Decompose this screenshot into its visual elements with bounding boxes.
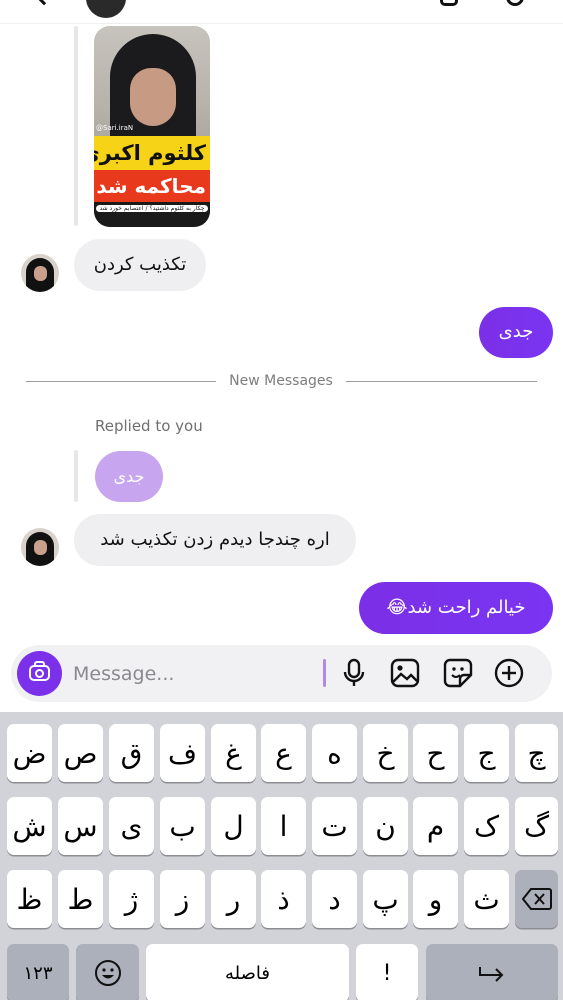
key[interactable]: ذ <box>261 870 306 928</box>
text-caret <box>323 659 326 687</box>
media-watermark: @Sari.iraN <box>96 124 134 132</box>
shared-media-post[interactable]: @Sari.iraN کلثوم اکبری محاکمه شد چکار به… <box>94 26 210 227</box>
key[interactable]: چ <box>515 724 558 782</box>
key[interactable]: ط <box>58 870 103 928</box>
key[interactable]: ج <box>464 724 509 782</box>
key[interactable]: ت <box>312 797 357 855</box>
media-face <box>130 68 176 126</box>
key[interactable]: م <box>413 797 458 855</box>
media-headline-line1: کلثوم اکبری <box>94 136 210 170</box>
key[interactable]: گ <box>515 797 558 855</box>
return-icon <box>479 967 504 982</box>
replied-to-label: Replied to you <box>95 417 203 435</box>
info-icon[interactable] <box>506 0 524 6</box>
key[interactable]: ل <box>211 797 256 855</box>
key[interactable]: خ <box>363 724 408 782</box>
key[interactable]: ق <box>109 724 154 782</box>
message-input[interactable] <box>73 658 318 690</box>
key[interactable]: ش <box>7 797 52 855</box>
key[interactable]: ض <box>7 724 52 782</box>
back-icon[interactable] <box>32 0 56 6</box>
backspace-icon <box>521 888 552 910</box>
camera-button[interactable] <box>17 651 62 696</box>
key[interactable]: د <box>312 870 357 928</box>
key[interactable]: ک <box>464 797 509 855</box>
key[interactable]: س <box>58 797 103 855</box>
punctuation-key[interactable]: ! <box>356 944 418 1000</box>
replied-quote-bubble[interactable]: جدی <box>95 451 163 502</box>
key[interactable]: ب <box>160 797 205 855</box>
message-bubble-outgoing[interactable]: جدی <box>479 307 553 358</box>
message-composer <box>11 645 552 702</box>
key[interactable]: پ <box>363 870 408 928</box>
microphone-icon[interactable] <box>338 657 370 689</box>
avatar[interactable] <box>21 254 59 292</box>
reply-thread-line <box>74 450 78 502</box>
space-key[interactable]: فاصله <box>146 944 349 1000</box>
key[interactable]: ظ <box>7 870 52 928</box>
key[interactable]: ی <box>109 797 154 855</box>
keyboard: ض ص ق ف غ ع ه خ ح ج چ ش س ی ب ل ا ت ن م … <box>0 712 563 1000</box>
key[interactable]: ف <box>160 724 205 782</box>
key[interactable]: ن <box>363 797 408 855</box>
media-headline-line2: محاکمه شد <box>94 170 210 202</box>
return-key[interactable] <box>426 944 558 1000</box>
chat-screen: @Sari.iraN کلثوم اکبری محاکمه شد چکار به… <box>0 0 563 1000</box>
media-caption: چکار به کلثوم داشتید؟ / اعتصابم خورد شد <box>96 205 208 212</box>
numbers-key[interactable]: ۱۲۳ <box>7 944 69 1000</box>
backspace-key[interactable] <box>515 870 558 928</box>
chat-header <box>0 0 563 24</box>
key[interactable]: ه <box>312 724 357 782</box>
key[interactable]: ص <box>58 724 103 782</box>
key[interactable]: غ <box>211 724 256 782</box>
new-messages-divider: New Messages <box>229 373 333 389</box>
key[interactable]: ر <box>211 870 256 928</box>
message-bubble-incoming[interactable]: اره چندجا دیدم زدن تکذیب شد <box>74 514 356 566</box>
plus-icon[interactable] <box>493 657 525 689</box>
emoji-icon <box>94 960 121 986</box>
divider-right <box>346 381 537 382</box>
divider-left <box>26 381 216 382</box>
key[interactable]: ح <box>413 724 458 782</box>
key[interactable]: ز <box>160 870 205 928</box>
video-call-icon[interactable] <box>440 0 458 6</box>
message-bubble-outgoing[interactable]: خیالم راحت شد😂 <box>359 582 553 634</box>
key[interactable]: ث <box>464 870 509 928</box>
gallery-icon[interactable] <box>389 657 421 689</box>
header-avatar[interactable] <box>86 0 126 18</box>
sticker-icon[interactable] <box>442 657 474 689</box>
key[interactable]: ع <box>261 724 306 782</box>
message-bubble-incoming[interactable]: تکذیب کردن <box>74 239 206 291</box>
avatar[interactable] <box>21 528 59 566</box>
reply-thread-line <box>74 26 78 226</box>
media-caption-strip: چکار به کلثوم داشتید؟ / اعتصابم خورد شد <box>94 202 210 227</box>
emoji-key[interactable] <box>76 944 139 1000</box>
key[interactable]: ژ <box>109 870 154 928</box>
key[interactable]: ا <box>261 797 306 855</box>
key[interactable]: و <box>413 870 458 928</box>
